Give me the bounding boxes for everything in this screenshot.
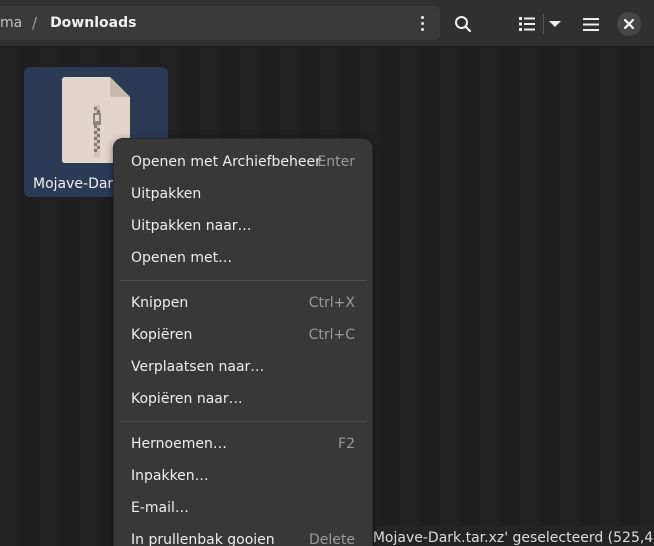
path-bar: map / Downloads [0,6,440,40]
menu-item-label: Inpakken… [131,468,209,484]
vertical-dots-icon[interactable] [410,10,434,36]
main-menu-button[interactable] [576,8,606,40]
menu-item-open-with[interactable]: Openen met… [114,242,372,274]
chevron-down-icon [549,21,561,27]
view-toggle-button[interactable] [512,8,542,40]
menu-item-label: Uitpakken naar… [131,218,252,234]
context-menu: Openen met Archiefbeheer Enter Uitpakken… [113,138,373,546]
menu-item-rename[interactable]: Hernoemen… F2 [114,428,372,460]
menu-item-label: Verplaatsen naar… [131,359,265,375]
menu-item-label: Uitpakken [131,186,202,202]
breadcrumb-parent[interactable]: map [0,15,22,31]
menu-item-label: Hernoemen… [131,436,227,452]
menu-item-accelerator: Delete [309,532,355,546]
breadcrumb-current[interactable]: Downloads [50,15,136,31]
status-text: 'Mojave-Dark.tar.xz' geselecteerd (525,4… [373,530,654,546]
menu-item-copy-to[interactable]: Kopiëren naar… [114,383,372,415]
menu-item-open-with-archive-manager[interactable]: Openen met Archiefbeheer Enter [114,146,372,178]
menu-item-email[interactable]: E-mail… [114,492,372,524]
view-options-dropdown[interactable] [545,8,565,40]
file-name-label: Mojave-Dark.tar.xz [33,176,117,192]
menu-separator [120,280,366,281]
menu-item-label: Knippen [131,295,189,311]
menu-item-accelerator: Ctrl+X [308,295,355,311]
menu-item-label: E-mail… [131,500,189,516]
breadcrumb-separator: / [32,14,38,32]
menu-item-cut[interactable]: Knippen Ctrl+X [114,287,372,319]
menu-item-compress[interactable]: Inpakken… [114,460,372,492]
menu-item-move-to[interactable]: Verplaatsen naar… [114,351,372,383]
menu-item-accelerator: F2 [338,436,355,452]
search-icon [455,16,472,33]
menu-item-label: Kopiëren [131,327,193,343]
status-bar: 'Mojave-Dark.tar.xz' geselecteerd (525,4… [373,526,654,546]
close-icon [624,19,634,29]
menu-item-accelerator: Ctrl+C [308,327,355,343]
menu-item-extract-to[interactable]: Uitpakken naar… [114,210,372,242]
list-view-icon [519,17,535,31]
search-button[interactable] [448,8,478,40]
menu-item-label: Kopiëren naar… [131,391,243,407]
window-close-button[interactable] [617,12,641,36]
menu-item-label: Openen met Archiefbeheer [131,154,321,170]
menu-item-label: Openen met… [131,250,233,266]
menu-item-extract[interactable]: Uitpakken [114,178,372,210]
menu-item-move-to-trash[interactable]: In prullenbak gooien Delete [114,524,372,546]
menu-item-label: In prullenbak gooien [131,532,275,546]
menu-item-copy[interactable]: Kopiëren Ctrl+C [114,319,372,351]
view-button-divider [543,14,544,34]
menu-separator [120,421,366,422]
menu-item-accelerator: Enter [317,154,355,170]
header-bar: map / Downloads [0,0,654,47]
hamburger-menu-icon [583,17,599,31]
